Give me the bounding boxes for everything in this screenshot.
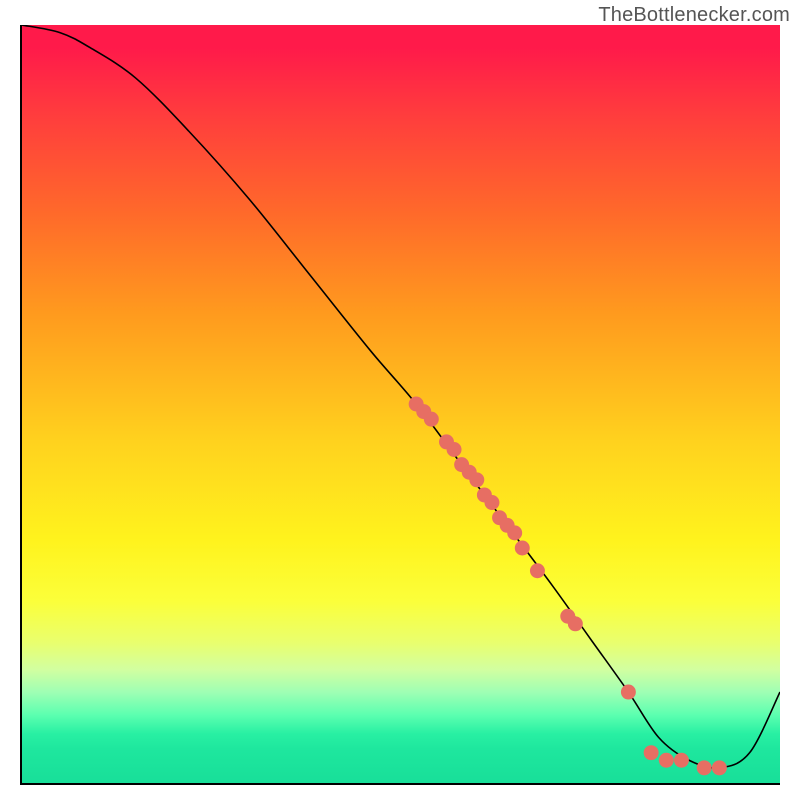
- attribution-text: TheBottlenecker.com: [598, 4, 790, 27]
- chart-container: TheBottlenecker.com: [0, 0, 800, 800]
- plot-area: [20, 25, 780, 785]
- background-gradient: [22, 25, 780, 783]
